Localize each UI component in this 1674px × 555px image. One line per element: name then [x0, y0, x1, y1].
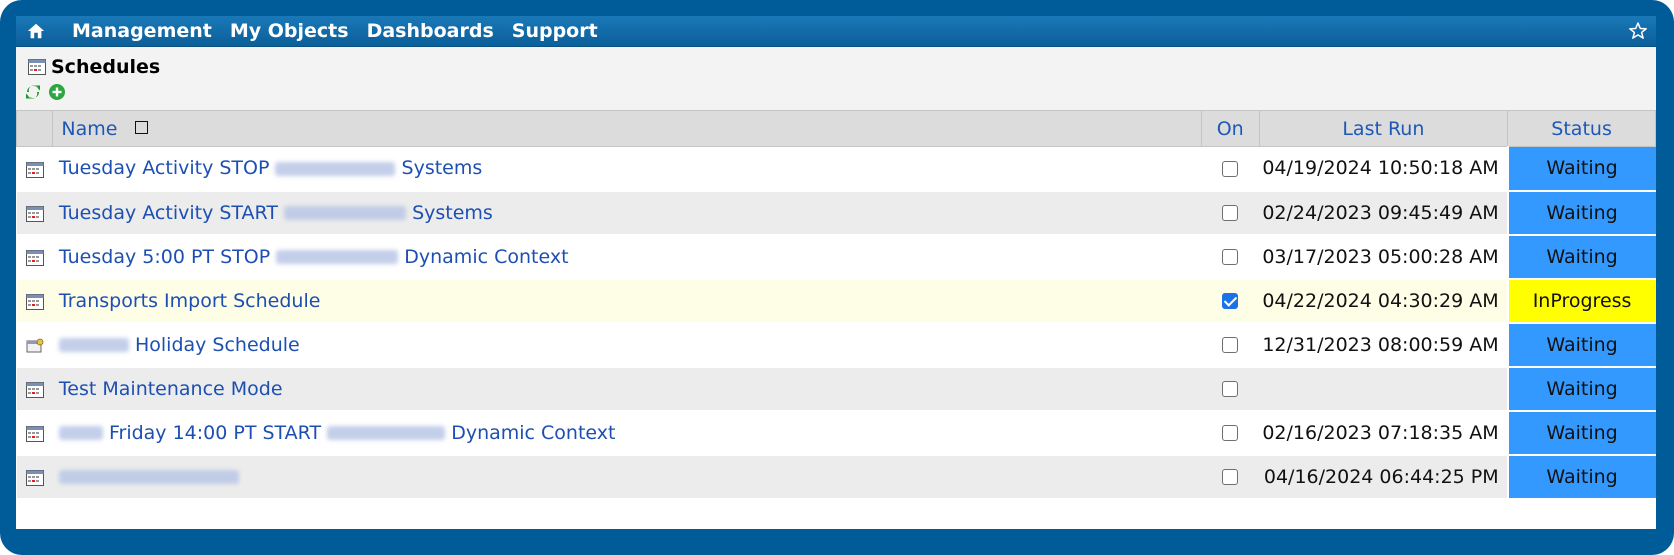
add-schedule-icon[interactable] — [48, 83, 66, 101]
redacted-text — [275, 161, 396, 176]
enabled-checkbox[interactable] — [1222, 425, 1239, 441]
nav-my-objects[interactable]: My Objects — [230, 20, 349, 42]
status-badge: Waiting — [1506, 322, 1656, 368]
last-run-cell: 04/19/2024 10:50:18 AM — [1259, 146, 1508, 192]
name-column-header[interactable]: Name — [52, 110, 1202, 147]
status-badge: Waiting — [1506, 366, 1656, 412]
favorite-star-icon[interactable] — [1620, 16, 1656, 47]
calendar-icon — [16, 454, 53, 500]
icon-column-header — [16, 110, 54, 147]
table-row[interactable]: Tuesday Activity STOP Systems 04/19/2024 … — [16, 146, 1656, 192]
top-nav: Management My Objects Dashboards Support — [16, 16, 1656, 47]
last-run-cell: 03/17/2023 05:00:28 AM — [1259, 234, 1508, 280]
nav-dashboards[interactable]: Dashboards — [367, 20, 494, 42]
schedule-name-link[interactable]: Tuesday Activity START Systems — [52, 190, 1202, 236]
nav-management[interactable]: Management — [72, 20, 212, 42]
calendar-icon — [16, 146, 53, 192]
schedule-name-link[interactable]: Holiday Schedule — [52, 322, 1202, 368]
calendar-icon — [16, 278, 53, 324]
schedule-name-link[interactable]: Tuesday 5:00 PT STOP Dynamic Context — [52, 234, 1202, 280]
schedule-name-link[interactable]: Friday 14:00 PT START Dynamic Context — [52, 410, 1202, 456]
status-badge: Waiting — [1506, 410, 1656, 456]
calendar-icon — [16, 366, 53, 412]
app-content: Management My Objects Dashboards Support… — [16, 16, 1656, 529]
last-run-cell: 04/16/2024 06:44:25 PM — [1259, 454, 1508, 500]
calendar-icon — [28, 59, 46, 75]
holiday-calendar-icon — [16, 322, 53, 368]
table-row[interactable]: 04/16/2024 06:44:25 PM Waiting — [16, 454, 1656, 500]
redacted-text — [327, 426, 446, 440]
enabled-checkbox[interactable] — [1222, 160, 1239, 177]
calendar-icon — [16, 234, 53, 280]
table-row[interactable]: Friday 14:00 PT START Dynamic Context 02/… — [16, 410, 1656, 456]
page-title: Schedules — [51, 56, 161, 78]
schedules-table: Name On Last Run Status Tuesday Activity… — [16, 110, 1656, 500]
table-header-row: Name On Last Run Status — [16, 110, 1656, 147]
nav-support[interactable]: Support — [512, 20, 598, 42]
last-run-cell: 02/24/2023 09:45:49 AM — [1259, 190, 1508, 236]
redacted-text — [58, 338, 129, 352]
status-badge: Waiting — [1506, 190, 1656, 236]
enabled-checkbox[interactable] — [1222, 249, 1239, 265]
enabled-checkbox[interactable] — [1222, 337, 1239, 353]
enabled-checkbox[interactable] — [1222, 469, 1239, 485]
table-row[interactable]: Tuesday 5:00 PT STOP Dynamic Context 03/1… — [16, 234, 1656, 280]
redacted-text — [284, 206, 407, 220]
last-run-column-header[interactable]: Last Run — [1258, 110, 1509, 147]
status-column-header[interactable]: Status — [1507, 110, 1656, 147]
schedule-name-link[interactable]: Tuesday Activity STOP Systems — [52, 146, 1202, 192]
status-badge: Waiting — [1506, 234, 1656, 280]
status-badge: Waiting — [1506, 146, 1656, 192]
table-row[interactable]: Tuesday Activity START Systems 02/24/2023… — [16, 190, 1656, 236]
enabled-checkbox[interactable] — [1222, 293, 1239, 309]
status-badge: InProgress — [1506, 278, 1656, 324]
table-row[interactable]: Transports Import Schedule 04/22/2024 04:… — [16, 278, 1656, 324]
last-run-cell: 04/22/2024 04:30:29 AM — [1259, 278, 1508, 324]
select-all-checkbox[interactable] — [135, 120, 149, 134]
home-icon[interactable] — [16, 16, 56, 47]
table-row[interactable]: Holiday Schedule 12/31/2023 08:00:59 AM Wa… — [16, 322, 1656, 368]
redacted-text — [58, 426, 103, 440]
window-frame: Management My Objects Dashboards Support… — [0, 0, 1674, 555]
last-run-cell: 02/16/2023 07:18:35 AM — [1259, 410, 1508, 456]
refresh-icon[interactable] — [24, 83, 42, 101]
table-row[interactable]: Test Maintenance Mode Waiting — [16, 366, 1656, 412]
last-run-cell: 12/31/2023 08:00:59 AM — [1259, 322, 1508, 368]
schedule-name-link[interactable] — [52, 454, 1202, 500]
redacted-text — [276, 250, 399, 264]
on-column-header[interactable]: On — [1200, 110, 1260, 147]
last-run-cell — [1259, 366, 1508, 412]
schedule-name-link[interactable]: Test Maintenance Mode — [52, 366, 1202, 412]
calendar-icon — [16, 190, 53, 236]
status-badge: Waiting — [1506, 454, 1656, 500]
enabled-checkbox[interactable] — [1222, 205, 1239, 221]
schedule-name-link[interactable]: Transports Import Schedule — [52, 278, 1202, 324]
enabled-checkbox[interactable] — [1222, 381, 1239, 397]
calendar-icon — [16, 410, 53, 456]
redacted-text — [58, 470, 239, 484]
page-header: Schedules — [16, 47, 1656, 110]
